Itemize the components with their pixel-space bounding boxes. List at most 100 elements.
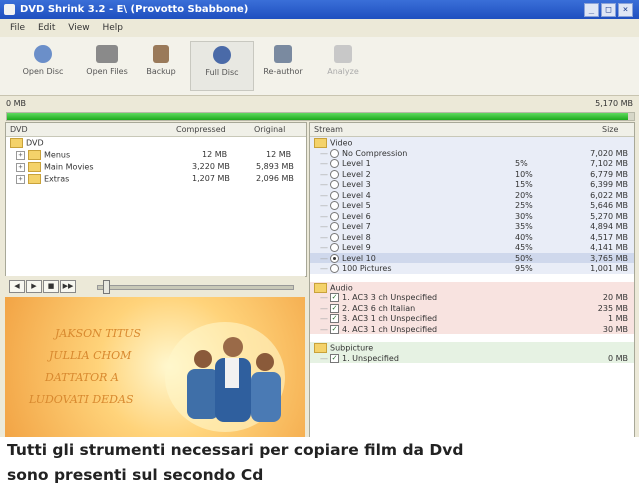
re-author-button[interactable]: Re-author	[252, 41, 314, 89]
tree-line: —	[320, 253, 328, 263]
row-name: Menus	[44, 150, 71, 160]
close-button[interactable]: ×	[618, 3, 633, 17]
table-row[interactable]: DVD	[6, 137, 306, 149]
video-level-row[interactable]: — Level 10 50% 3,765 MB	[310, 252, 634, 263]
header-size[interactable]: Size	[602, 125, 618, 134]
video-level-row[interactable]: — Level 8 40% 4,517 MB	[310, 232, 634, 243]
stop-button[interactable]: ■	[43, 280, 59, 293]
row-size: 6,779 MB	[590, 169, 628, 179]
minimize-button[interactable]: _	[584, 3, 599, 17]
folder-icon	[28, 174, 41, 184]
disc-icon	[34, 45, 52, 63]
rewind-button[interactable]: ◀	[9, 280, 25, 293]
video-level-row[interactable]: — Level 2 10% 6,779 MB	[310, 169, 634, 180]
backup-icon	[153, 45, 169, 63]
radio-icon[interactable]	[330, 159, 339, 168]
checkbox-icon[interactable]: ✓	[330, 303, 339, 313]
video-level-row[interactable]: — 100 Pictures 95% 1,001 MB	[310, 263, 634, 274]
expand-icon[interactable]: +	[16, 150, 25, 160]
checkbox-icon[interactable]: ✓	[330, 353, 339, 363]
header-dvd[interactable]: DVD	[10, 125, 28, 134]
audio-track-row[interactable]: — ✓ 2. AC3 6 ch Italian 235 MB	[310, 303, 634, 314]
seek-slider-track[interactable]	[97, 285, 294, 290]
row-label: Level 5	[342, 201, 371, 210]
play-button[interactable]: ▶	[26, 280, 42, 293]
video-section: Video — No Compression 7,020 MB — Level 1 5% 7…	[310, 137, 634, 274]
expand-icon[interactable]: +	[16, 162, 25, 172]
preview-credit-line: JAKSON TITUS	[55, 327, 142, 340]
header-compressed[interactable]: Compressed	[176, 125, 226, 134]
row-size: 4,141 MB	[590, 243, 628, 252]
video-level-row[interactable]: — Level 3 15% 6,399 MB	[310, 179, 634, 190]
radio-icon[interactable]	[330, 243, 339, 252]
menu-help[interactable]: Help	[102, 23, 123, 33]
tree-line: —	[320, 180, 328, 189]
folder-icon	[314, 138, 327, 148]
video-level-row[interactable]: — Level 1 5% 7,102 MB	[310, 158, 634, 169]
radio-icon[interactable]	[330, 190, 339, 200]
row-label-wrap: — Level 1	[320, 159, 371, 168]
video-level-row[interactable]: — Level 6 30% 5,270 MB	[310, 211, 634, 222]
progress-fill	[7, 113, 628, 120]
audio-track-row[interactable]: — ✓ 1. AC3 3 ch Unspecified 20 MB	[310, 292, 634, 303]
analyze-label: Analyze	[327, 67, 359, 76]
row-label: 1. AC3 3 ch Unspecified	[342, 293, 438, 302]
row-compressed: 1,207 MB	[192, 174, 230, 183]
video-level-row[interactable]: — Level 4 20% 6,022 MB	[310, 190, 634, 201]
menu-edit[interactable]: Edit	[38, 23, 55, 33]
audio-track-row[interactable]: — ✓ 3. AC3 1 ch Unspecified 1 MB	[310, 313, 634, 324]
subpicture-row[interactable]: — ✓ 1. Unspecified 0 MB	[310, 353, 634, 364]
checkbox-icon[interactable]: ✓	[330, 324, 339, 334]
audio-section: Audio — ✓ 1. AC3 3 ch Unspecified 20 MB — ✓ 2.…	[310, 281, 634, 335]
radio-icon[interactable]	[330, 211, 339, 221]
radio-icon[interactable]	[330, 201, 339, 210]
expand-icon[interactable]: +	[16, 174, 25, 184]
backup-button[interactable]: Backup	[130, 41, 192, 89]
checkbox-icon[interactable]: ✓	[330, 293, 339, 302]
video-level-row[interactable]: — Level 9 45% 4,141 MB	[310, 242, 634, 253]
row-label-wrap: — Level 10	[320, 253, 376, 263]
forward-button[interactable]: ▶▶	[60, 280, 76, 293]
subpicture-header: Subpicture	[310, 342, 634, 353]
row-percent: 5%	[515, 159, 528, 168]
video-level-row[interactable]: — No Compression 7,020 MB	[310, 148, 634, 159]
radio-icon[interactable]	[330, 232, 339, 242]
audio-track-row[interactable]: — ✓ 4. AC3 1 ch Unspecified 30 MB	[310, 324, 634, 335]
table-row[interactable]: + Extras 1,207 MB 2,096 MB	[6, 173, 306, 185]
row-label: Level 6	[342, 211, 371, 221]
radio-icon[interactable]	[330, 148, 339, 158]
right-table-header: Stream Size	[310, 123, 634, 137]
row-label-wrap: — Level 4	[320, 190, 371, 200]
files-icon	[96, 45, 118, 63]
radio-icon[interactable]	[330, 169, 339, 179]
radio-icon[interactable]	[330, 264, 339, 273]
row-label-wrap: — Level 3	[320, 180, 371, 189]
menu-view[interactable]: View	[68, 23, 89, 33]
radio-icon[interactable]	[330, 253, 339, 263]
row-size: 7,102 MB	[590, 159, 628, 168]
full-disc-button[interactable]: Full Disc	[190, 41, 254, 91]
video-level-row[interactable]: — Level 5 25% 5,646 MB	[310, 200, 634, 211]
video-level-row[interactable]: — Level 7 35% 4,894 MB	[310, 221, 634, 232]
row-label: Level 7	[342, 222, 371, 231]
radio-icon[interactable]	[330, 222, 339, 231]
open-disc-button[interactable]: Open Disc	[12, 41, 74, 89]
seek-slider-thumb[interactable]	[103, 280, 110, 294]
video-label: Video	[330, 138, 353, 148]
radio-icon[interactable]	[330, 180, 339, 189]
tree-line: —	[320, 314, 328, 323]
row-label: No Compression	[342, 148, 408, 158]
menu-file[interactable]: File	[10, 23, 25, 33]
checkbox-icon[interactable]: ✓	[330, 314, 339, 323]
table-row[interactable]: + Menus 12 MB 12 MB	[6, 149, 306, 161]
open-files-button[interactable]: Open Files	[76, 41, 138, 89]
analyze-button[interactable]: Analyze	[312, 41, 374, 89]
size-scale: 0 MB 5,170 MB	[0, 96, 639, 112]
table-row[interactable]: + Main Movies 3,220 MB 5,893 MB	[6, 161, 306, 173]
folder-icon	[10, 138, 23, 148]
audio-header: Audio	[310, 282, 634, 293]
header-original[interactable]: Original	[254, 125, 285, 134]
video-header: Video	[310, 137, 634, 148]
header-stream[interactable]: Stream	[314, 125, 343, 134]
maximize-button[interactable]: □	[601, 3, 616, 17]
